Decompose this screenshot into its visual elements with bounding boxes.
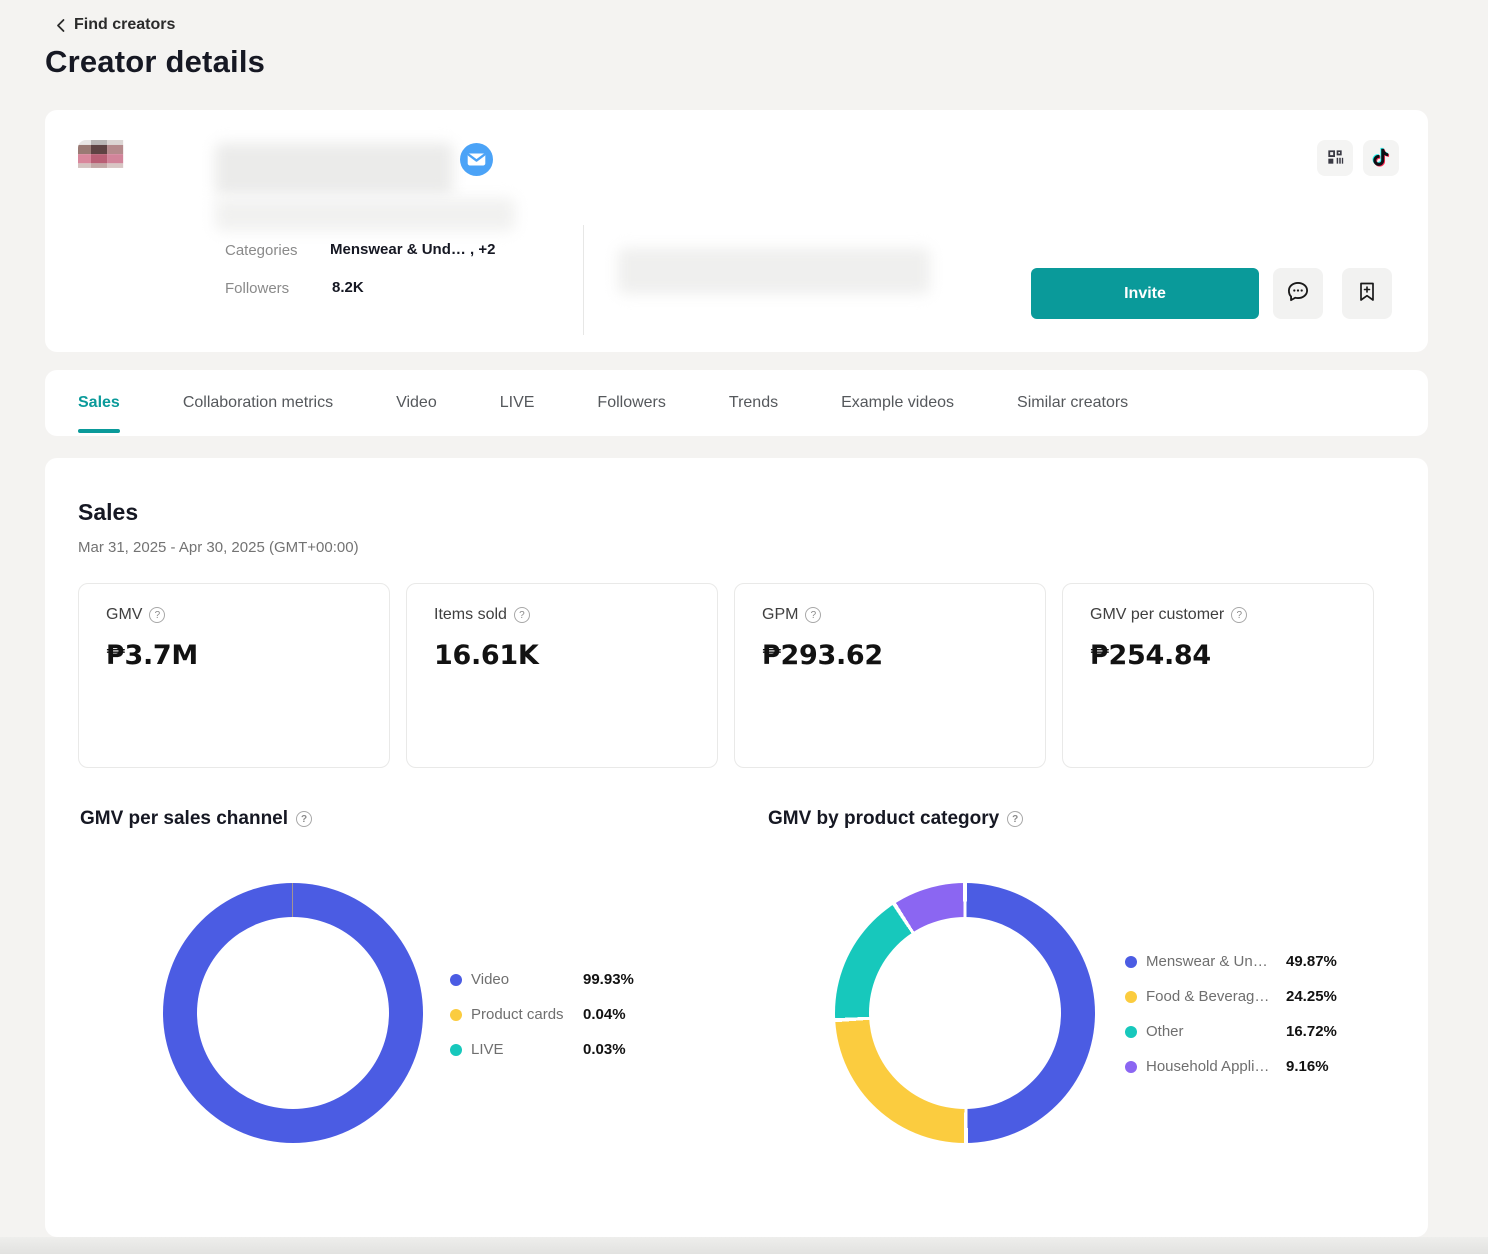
metric-card-gmv: GMV? ₱3.7M: [78, 583, 390, 768]
categories-value: Menswear & Und… , +2: [330, 241, 495, 258]
legend-dot: [450, 1009, 462, 1021]
legend-value: 49.87%: [1286, 953, 1337, 970]
legend-dot: [1125, 956, 1137, 968]
metric-label: GPM: [762, 606, 798, 624]
help-icon[interactable]: ?: [1007, 811, 1023, 827]
legend-item: Household Appli… 9.16%: [1125, 1049, 1337, 1084]
creator-info-redacted: [618, 248, 930, 294]
metric-value: ₱293.62: [762, 640, 883, 671]
metric-cards: GMV? ₱3.7M Items sold? 16.61K GPM? ₱293.…: [78, 583, 1374, 768]
help-icon[interactable]: ?: [514, 607, 530, 623]
legend-label: Other: [1146, 1023, 1286, 1040]
metric-card-gmv-per-customer: GMV per customer? ₱254.84: [1062, 583, 1374, 768]
legend-label: Food & Beverag…: [1146, 988, 1286, 1005]
legend-label: Video: [471, 971, 583, 988]
legend-item: Other 16.72%: [1125, 1014, 1337, 1049]
legend-label: Product cards: [471, 1006, 583, 1023]
metric-card-gpm: GPM? ₱293.62: [734, 583, 1046, 768]
legend-product-category: Menswear & Un… 49.87% Food & Beverag… 24…: [1125, 944, 1337, 1084]
sales-date-range: Mar 31, 2025 - Apr 30, 2025 (GMT+00:00): [78, 539, 359, 556]
legend-label: Menswear & Un…: [1146, 953, 1286, 970]
legend-value: 0.03%: [583, 1041, 626, 1058]
page-title: Creator details: [45, 44, 265, 80]
tiktok-button[interactable]: [1363, 140, 1399, 176]
qr-code-icon: [1325, 147, 1345, 170]
creator-name-redacted: [215, 143, 453, 195]
help-icon[interactable]: ?: [296, 811, 312, 827]
legend-item: Product cards 0.04%: [450, 997, 634, 1032]
chart-title-text: GMV by product category: [768, 808, 999, 830]
tabs-bar: Sales Collaboration metrics Video LIVE F…: [45, 370, 1428, 436]
legend-item: Menswear & Un… 49.87%: [1125, 944, 1337, 979]
avatar: [78, 140, 208, 263]
metric-label: Items sold: [434, 606, 507, 624]
breadcrumb-back[interactable]: Find creators: [54, 16, 175, 34]
legend-value: 16.72%: [1286, 1023, 1337, 1040]
divider: [583, 225, 584, 335]
chat-icon: [1285, 279, 1311, 308]
sales-panel: Sales Mar 31, 2025 - Apr 30, 2025 (GMT+0…: [45, 458, 1428, 1237]
legend-sales-channel: Video 99.93% Product cards 0.04% LIVE 0.…: [450, 962, 634, 1067]
bookmark-add-icon: [1355, 280, 1379, 307]
qr-code-button[interactable]: [1317, 140, 1353, 176]
legend-label: Household Appli…: [1146, 1058, 1286, 1075]
metric-value: ₱3.7M: [106, 640, 198, 671]
chart-title-sales-channel: GMV per sales channel ?: [80, 808, 312, 830]
categories-label: Categories: [225, 242, 298, 259]
creator-card: Categories Menswear & Und… , +2 Follower…: [45, 110, 1428, 352]
breadcrumb-label: Find creators: [74, 16, 175, 34]
metric-card-items-sold: Items sold? 16.61K: [406, 583, 718, 768]
metric-value: 16.61K: [434, 640, 539, 671]
followers-value: 8.2K: [332, 279, 364, 296]
chart-title-product-category: GMV by product category ?: [768, 808, 1023, 830]
tab-sales[interactable]: Sales: [78, 370, 120, 436]
invite-button[interactable]: Invite: [1031, 268, 1259, 319]
legend-value: 9.16%: [1286, 1058, 1329, 1075]
tiktok-icon: [1370, 146, 1392, 171]
donut-hole: [197, 917, 389, 1109]
followers-label: Followers: [225, 280, 289, 297]
donut-chart-product-category: [835, 883, 1095, 1143]
legend-value: 0.04%: [583, 1006, 626, 1023]
legend-dot: [450, 974, 462, 986]
tab-video[interactable]: Video: [396, 370, 437, 436]
tab-example-videos[interactable]: Example videos: [841, 370, 954, 436]
metric-value: ₱254.84: [1090, 640, 1211, 671]
help-icon[interactable]: ?: [1231, 607, 1247, 623]
legend-item: Video 99.93%: [450, 962, 634, 997]
donut-chart-sales-channel: [163, 883, 423, 1143]
legend-item: LIVE 0.03%: [450, 1032, 634, 1067]
legend-item: Food & Beverag… 24.25%: [1125, 979, 1337, 1014]
tab-similar-creators[interactable]: Similar creators: [1017, 370, 1128, 436]
legend-value: 99.93%: [583, 971, 634, 988]
legend-dot: [1125, 991, 1137, 1003]
legend-dot: [1125, 1026, 1137, 1038]
tab-collaboration-metrics[interactable]: Collaboration metrics: [183, 370, 333, 436]
email-icon[interactable]: [460, 143, 493, 176]
metric-label: GMV: [106, 606, 142, 624]
help-icon[interactable]: ?: [149, 607, 165, 623]
tab-followers[interactable]: Followers: [597, 370, 665, 436]
bookmark-add-button[interactable]: [1342, 268, 1392, 319]
sales-section-title: Sales: [78, 499, 138, 526]
donut-hole: [869, 917, 1061, 1109]
metric-label: GMV per customer: [1090, 606, 1224, 624]
legend-dot: [1125, 1061, 1137, 1073]
help-icon[interactable]: ?: [805, 607, 821, 623]
legend-dot: [450, 1044, 462, 1056]
legend-value: 24.25%: [1286, 988, 1337, 1005]
creator-handle-redacted: [215, 198, 515, 231]
tab-live[interactable]: LIVE: [500, 370, 535, 436]
page-bottom-edge: [0, 1237, 1488, 1254]
chart-title-text: GMV per sales channel: [80, 808, 288, 830]
tab-trends[interactable]: Trends: [729, 370, 778, 436]
chat-button[interactable]: [1273, 268, 1323, 319]
legend-label: LIVE: [471, 1041, 583, 1058]
back-chevron-icon: [54, 18, 67, 33]
